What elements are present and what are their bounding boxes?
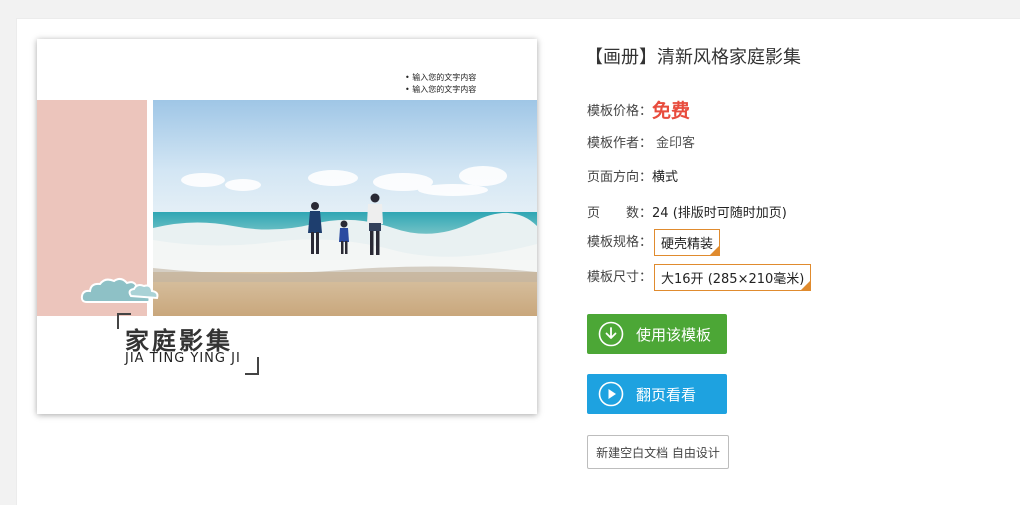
album-subtitle: JIA TING YING JI [125, 351, 241, 366]
tagline-line-1: 输入您的文字内容 [405, 72, 476, 84]
pages-label: 页 数： [587, 206, 653, 221]
family-beach-photo [153, 100, 537, 316]
flip-preview-label: 翻页看看 [636, 385, 697, 404]
product-title: 【画册】清新风格家庭影集 [585, 47, 801, 68]
template-preview[interactable]: 输入您的文字内容 输入您的文字内容 [37, 39, 537, 414]
tagline-line-2: 输入您的文字内容 [405, 84, 476, 96]
size-dropdown[interactable]: 大16开 (285×210毫米) [654, 264, 812, 291]
pages-row: 页 数：24 (排版时可随时加页) [587, 202, 787, 221]
orientation-value: 横式 [652, 170, 679, 185]
content-panel: 输入您的文字内容 输入您的文字内容 [16, 18, 1020, 505]
pages-value: 24 (排版时可随时加页) [652, 206, 787, 221]
price-row: 模板价格：免费 [587, 96, 690, 123]
spec-row: 模板规格： 硬壳精装 [587, 229, 721, 256]
size-row: 模板尺寸： 大16开 (285×210毫米) [587, 264, 812, 291]
size-label: 模板尺寸： [587, 270, 653, 285]
size-value: 大16开 (285×210毫米) [661, 272, 805, 287]
flip-preview-button[interactable]: 翻页看看 [587, 374, 727, 414]
dropdown-corner-icon [710, 246, 720, 255]
spec-dropdown[interactable]: 硬壳精装 [654, 229, 721, 256]
spec-value: 硬壳精装 [661, 237, 714, 252]
title-frame-corner-bottom [245, 357, 259, 375]
spec-label: 模板规格： [587, 235, 653, 250]
use-template-button[interactable]: 使用该模板 [587, 314, 727, 354]
price-value: 免费 [652, 100, 691, 122]
author-label: 模板作者： [587, 136, 653, 151]
orientation-label: 页面方向： [587, 170, 653, 185]
author-value: 金印客 [656, 136, 696, 151]
dropdown-corner-icon [801, 281, 811, 290]
price-label: 模板价格： [587, 104, 653, 119]
play-circle-icon [598, 381, 624, 407]
new-blank-document-button[interactable]: 新建空白文档 自由设计 [587, 435, 729, 469]
preview-tagline: 输入您的文字内容 输入您的文字内容 [405, 72, 476, 96]
cloud-decoration-icon [79, 274, 161, 312]
use-template-label: 使用该模板 [636, 325, 712, 344]
author-row: 模板作者： 金印客 [587, 132, 695, 151]
download-circle-icon [598, 321, 624, 347]
orientation-row: 页面方向：横式 [587, 166, 678, 185]
